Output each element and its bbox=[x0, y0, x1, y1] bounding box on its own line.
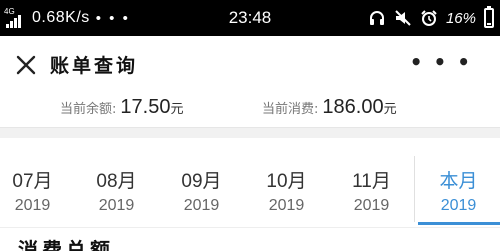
alarm-icon bbox=[421, 10, 437, 26]
month-tab[interactable]: 07月 2019 bbox=[0, 138, 75, 226]
remaining-unit: 元 bbox=[170, 102, 184, 117]
battery-percent: 16% bbox=[445, 9, 476, 27]
month-label: 本月 bbox=[439, 171, 478, 192]
month-year: 2019 bbox=[14, 197, 51, 214]
month-label: 09月 bbox=[181, 171, 222, 192]
month-label: 11月 bbox=[352, 171, 391, 192]
tab-separator bbox=[414, 156, 415, 222]
battery-icon bbox=[484, 6, 494, 28]
month-tab[interactable]: 10月 2019 bbox=[244, 138, 329, 226]
close-icon[interactable] bbox=[14, 53, 38, 77]
headset-icon bbox=[369, 11, 384, 25]
month-label: 08月 bbox=[96, 171, 137, 192]
month-label: 10月 bbox=[266, 171, 307, 192]
spent-value: 186.00 bbox=[322, 96, 384, 118]
page-title: 账单查询 bbox=[50, 55, 139, 77]
status-bar: 4G 0.68K/s • • • 23:48 16% bbox=[0, 0, 500, 36]
spending-section: 消费总额 bbox=[0, 227, 500, 251]
mute-icon bbox=[395, 10, 411, 26]
month-year: 2019 bbox=[268, 197, 305, 214]
month-tab-current[interactable]: 本月 2019 bbox=[416, 138, 500, 226]
app-bar: 账单查询 • • • bbox=[0, 36, 500, 96]
remaining-balance: 当前余额: 17.50 元 bbox=[60, 96, 183, 122]
status-right: 16% bbox=[368, 0, 494, 36]
month-year: 2019 bbox=[440, 197, 477, 214]
month-selector: 07月 2019 08月 2019 09月 2019 10月 2019 11月 … bbox=[0, 138, 500, 226]
month-year: 2019 bbox=[353, 197, 390, 214]
month-label: 07月 bbox=[12, 171, 53, 192]
month-tab[interactable]: 08月 2019 bbox=[74, 138, 159, 226]
month-year: 2019 bbox=[183, 197, 220, 214]
month-tab[interactable]: 09月 2019 bbox=[159, 138, 244, 226]
spent-unit: 元 bbox=[383, 102, 397, 117]
month-year: 2019 bbox=[98, 197, 135, 214]
active-tab-indicator bbox=[418, 222, 500, 225]
remaining-value: 17.50 bbox=[120, 96, 171, 118]
spent-label: 当前消费: bbox=[262, 102, 319, 117]
more-menu-icon[interactable]: • • • bbox=[410, 50, 472, 74]
remaining-label: 当前余额: bbox=[60, 102, 117, 117]
section-title: 消费总额 bbox=[18, 238, 114, 251]
balance-summary: 当前余额: 17.50 元 当前消费: 186.00 元 bbox=[0, 96, 500, 126]
current-spending: 当前消费: 186.00 元 bbox=[262, 96, 397, 122]
battery-level bbox=[487, 23, 491, 25]
month-tab[interactable]: 11月 2019 bbox=[329, 138, 414, 226]
